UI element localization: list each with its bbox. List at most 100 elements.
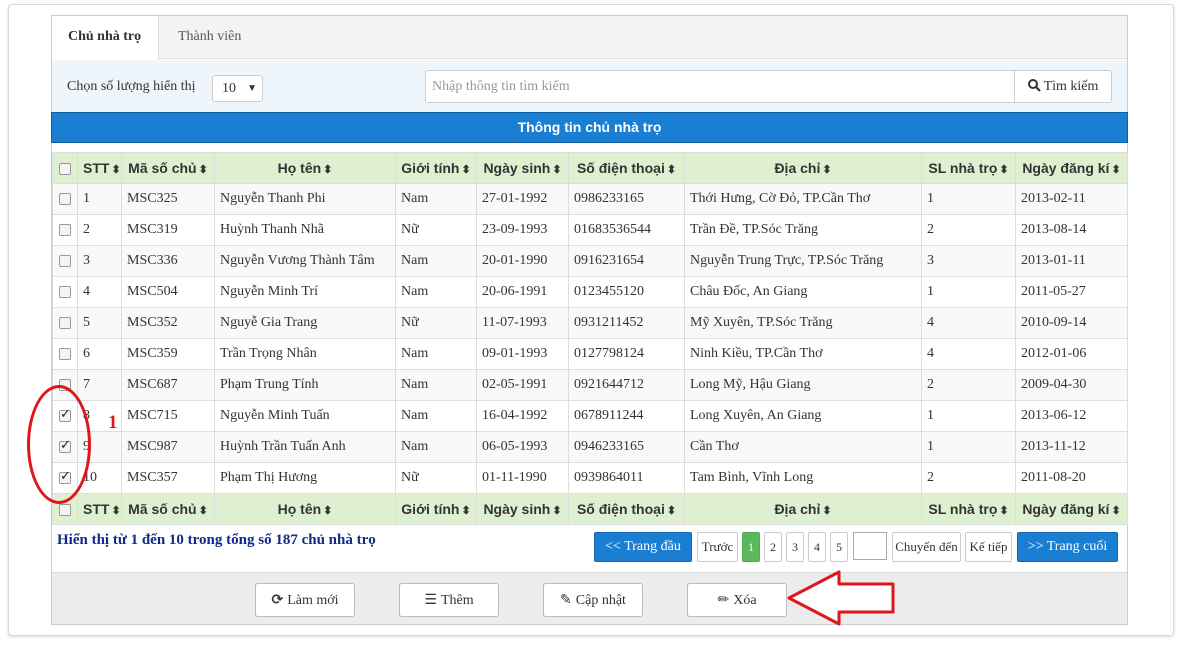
row-stt: 5 [77,307,122,339]
row-name: Nguyễ Gia Trang [214,307,396,339]
row-checkbox[interactable] [59,254,71,267]
delete-button[interactable]: ✏ Xóa [687,583,787,617]
annotation-arrow-icon [787,570,895,626]
first-page-button[interactable]: << Trang đầu [594,532,692,562]
row-name: Huỳnh Trần Tuấn Anh [214,431,396,463]
row-room-count: 1 [921,431,1016,463]
add-button[interactable]: ☰ Thêm [399,583,499,617]
table-footer-row: STT ⬍ Mã số chủ ⬍ Họ tên ⬍ Giới tính ⬍ Ngày … [52,493,1128,525]
row-name: Phạm Thị Hương [214,462,396,494]
table-row[interactable]: 6 MSC359 Trần Trọng Nhân Nam 09-01-1993 01277… [52,338,1128,370]
page-button-2[interactable]: 2 [764,532,782,562]
row-room-count: 1 [921,400,1016,432]
table-row[interactable]: 9MSC987Huỳnh Trần Tuấn AnhNam06-05-19930… [52,431,1128,463]
sort-icon: ⬍ [999,164,1009,176]
page-button-5[interactable]: 5 [830,532,848,562]
col-footer[interactable]: Số điện thoại ⬍ [568,493,685,525]
search-icon [1027,79,1041,92]
goto-page-input[interactable] [853,532,887,560]
table-row[interactable]: 10MSC357Phạm Thị HươngNữ01-11-1990093986… [52,462,1128,494]
col-header[interactable]: Họ tên ⬍ [214,152,396,184]
col-footer[interactable]: STT ⬍ [77,493,122,525]
row-address: Trần Đề, TP.Sóc Trăng [684,214,922,246]
col-header[interactable]: Địa chỉ ⬍ [684,152,922,184]
row-registered: 2011-05-27 [1015,276,1128,308]
row-gender: Nam [395,338,477,370]
row-registered: 2012-01-06 [1015,338,1128,370]
row-stt: 6 [77,338,122,370]
next-page-button[interactable]: Kế tiếp [965,532,1012,562]
row-room-count: 2 [921,462,1016,494]
row-checkbox[interactable] [59,347,71,360]
row-address: Long Xuyên, An Giang [684,400,922,432]
col-header[interactable]: Ngày đăng kí ⬍ [1015,152,1128,184]
tab-bar: Chủ nhà trọ Thành viên [52,16,1127,60]
page-button-4[interactable]: 4 [808,532,826,562]
row-birthdate: 20-01-1990 [476,245,569,277]
table-title: Thông tin chủ nhà trọ [51,112,1128,143]
row-select-cell [52,307,78,339]
prev-page-button[interactable]: Trước [697,532,738,562]
last-page-button[interactable]: >> Trang cuối [1017,532,1118,562]
table-row[interactable]: 7 MSC687 Phạm Trung Tính Nam 02-05-1991 09216… [52,369,1128,401]
col-footer[interactable]: Ngày đăng kí ⬍ [1015,493,1128,525]
sort-icon: ⬍ [822,164,832,176]
table-row[interactable]: 5 MSC352 Nguyễ Gia Trang Nữ 11-07-1993 093121… [52,307,1128,339]
col-header[interactable]: STT ⬍ [77,152,122,184]
row-checkbox[interactable] [59,285,71,298]
update-button[interactable]: ✎ Cập nhật [543,583,643,617]
row-checkbox[interactable] [59,316,71,329]
row-room-count: 2 [921,369,1016,401]
row-name: Trần Trọng Nhân [214,338,396,370]
sort-icon: ⬍ [111,505,121,517]
main-panel: Chủ nhà trọ Thành viên Chọn số lượng hiể… [51,15,1128,625]
sort-icon: ⬍ [1111,164,1121,176]
col-footer[interactable]: Mã số chủ ⬍ [121,493,215,525]
col-footer[interactable]: Họ tên ⬍ [214,493,396,525]
table-header-row: STT ⬍ Mã số chủ ⬍ Họ tên ⬍ Giới tính ⬍ Ngày … [52,152,1128,184]
row-stt: 2 [77,214,122,246]
col-footer[interactable]: Giới tính ⬍ [395,493,477,525]
page-size-select[interactable]: 10 ▼ [212,75,263,102]
col-header[interactable]: SL nhà trọ ⬍ [921,152,1016,184]
table-row[interactable]: 3 MSC336 Nguyễn Vương Thành Tâm Nam 20-01-19… [52,245,1128,277]
col-header[interactable]: Ngày sinh ⬍ [476,152,569,184]
col-header[interactable]: Số điện thoại ⬍ [568,152,685,184]
refresh-icon: ⟳ [271,592,284,608]
page-button-1[interactable]: 1 [742,532,760,562]
table-row[interactable]: 1 MSC325 Nguyễn Thanh Phi Nam 27-01-1992 0986… [52,183,1128,215]
row-select-cell [52,214,78,246]
table-row[interactable]: 8MSC715Nguyễn Minh TuấnNam16-04-19920678… [52,400,1128,432]
col-header[interactable]: Giới tính ⬍ [395,152,477,184]
search-input[interactable]: Nhập thông tin tìm kiếm [425,70,1015,103]
row-code: MSC687 [121,369,215,401]
page-button-3[interactable]: 3 [786,532,804,562]
row-registered: 2013-06-12 [1015,400,1128,432]
row-gender: Nữ [395,307,477,339]
row-birthdate: 11-07-1993 [476,307,569,339]
row-phone: 01683536544 [568,214,685,246]
goto-page-button[interactable]: Chuyển đến [892,532,961,562]
select-all-checkbox[interactable] [59,163,71,176]
col-footer[interactable]: Ngày sinh ⬍ [476,493,569,525]
annotation-label-1: 1 [108,412,118,433]
action-bar: ⟳ Làm mới ☰ Thêm ✎ Cập nhật ✏ Xóa [52,572,1127,624]
row-birthdate: 02-05-1991 [476,369,569,401]
col-header[interactable]: Mã số chủ ⬍ [121,152,215,184]
tab-landlords[interactable]: Chủ nhà trọ [52,16,159,60]
col-footer[interactable]: Địa chỉ ⬍ [684,493,922,525]
col-footer[interactable]: SL nhà trọ ⬍ [921,493,1016,525]
row-name: Nguyễn Thanh Phi [214,183,396,215]
row-code: MSC987 [121,431,215,463]
row-checkbox[interactable] [59,192,71,205]
select-all-checkbox-bottom[interactable] [59,504,71,517]
search-button[interactable]: Tìm kiếm [1014,70,1112,103]
row-registered: 2010-09-14 [1015,307,1128,339]
table-row[interactable]: 2 MSC319 Huỳnh Thanh Nhã Nữ 23-09-1993 016835… [52,214,1128,246]
tab-members[interactable]: Thành viên [162,16,257,59]
sort-icon: ⬍ [666,164,677,176]
table-row[interactable]: 4 MSC504 Nguyễn Minh Trí Nam 20-06-1991 01234… [52,276,1128,308]
refresh-button[interactable]: ⟳ Làm mới [255,583,355,617]
row-checkbox[interactable] [59,223,71,236]
row-name: Huỳnh Thanh Nhã [214,214,396,246]
